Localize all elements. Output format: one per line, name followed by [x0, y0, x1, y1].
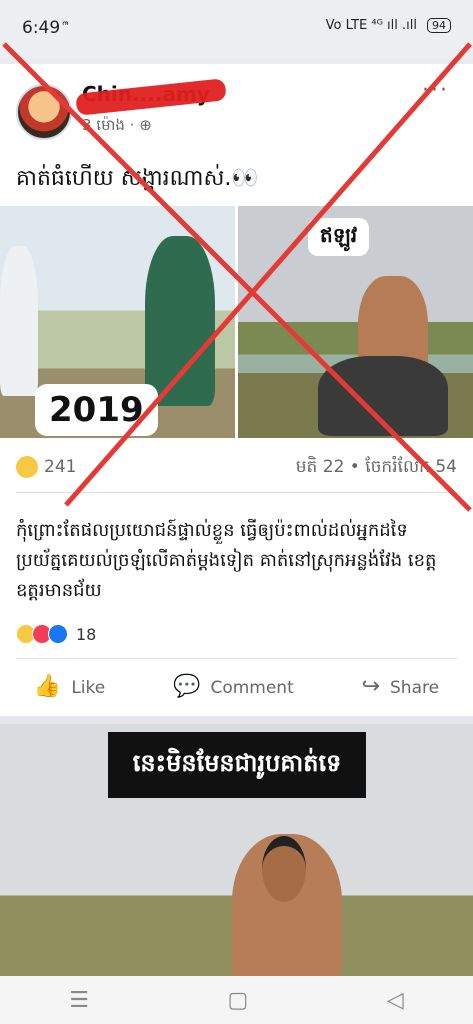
share-label: Share — [390, 677, 440, 698]
avatar[interactable] — [16, 84, 72, 140]
motorbike-shape — [318, 356, 448, 436]
person-head — [262, 836, 306, 902]
thumbs-up-icon: 👍 — [33, 673, 62, 699]
reaction-count: 241 — [44, 457, 77, 477]
reaction-summary[interactable]: 241 — [16, 456, 76, 478]
post-caption: គាត់ធំហើយ សង្ហារណាស់.👀 — [16, 166, 259, 191]
menu-icon[interactable]: ☰ — [69, 988, 89, 1013]
divider — [16, 492, 457, 493]
post-stats[interactable]: មតិ 22 • ចែករំលែក 54 — [296, 456, 457, 481]
photo-now[interactable]: ឥឡូវ — [238, 206, 473, 438]
comment-text: កុំព្រោះតែផលប្រយោជន៍ផ្ទាល់ខ្លួន ធ្វើឲ្យប… — [16, 520, 437, 601]
person-figure — [0, 246, 38, 396]
back-icon[interactable]: ◁ — [387, 988, 404, 1013]
battery-icon: 94 — [427, 18, 451, 33]
comment-label: Comment — [210, 677, 294, 698]
like-button[interactable]: 👍 Like — [34, 674, 105, 699]
system-nav-bar: ☰ ▢ ◁ — [0, 976, 473, 1024]
comment-icon: 💬 — [173, 673, 201, 699]
more-options-icon[interactable]: ··· — [422, 78, 449, 103]
haha-icon — [16, 456, 38, 478]
year-tag: 2019 — [35, 384, 158, 436]
share-button[interactable]: ↪ Share — [362, 674, 440, 699]
clock: 6:49 — [22, 18, 61, 38]
like-icon — [48, 624, 68, 644]
share-icon: ↪ — [361, 673, 381, 699]
banner-text: នេះមិនមែនជារូបគាត់ទេ — [108, 732, 366, 798]
action-bar: 👍 Like 💬 Comment ↪ Share — [0, 664, 473, 708]
post-card: Chin....amy 3 ម៉ោង · ⊕ ··· គាត់ធំហើយ សង្… — [0, 64, 473, 716]
second-post-image[interactable]: នេះមិនមែនជារូបគាត់ទេ — [0, 724, 473, 976]
photo-before[interactable]: 2019 — [0, 206, 235, 438]
divider — [16, 658, 457, 659]
now-tag: ឥឡូវ — [308, 218, 370, 256]
signal-icon: Vo LTE ⁴ᴳ ıll .ıll — [325, 18, 417, 33]
person-figure — [145, 236, 215, 406]
comment-reactions[interactable]: 18 — [16, 624, 96, 644]
home-icon[interactable]: ▢ — [228, 988, 249, 1013]
status-bar: 6:49 ᩨ Vo LTE ⁴ᴳ ıll .ıll 94 — [0, 0, 473, 58]
like-label: Like — [71, 677, 106, 698]
post-time: 3 ម៉ោង · — [82, 116, 135, 134]
separator — [0, 716, 473, 724]
comment-button[interactable]: 💬 Comment — [173, 674, 294, 699]
comment-reaction-count: 18 — [76, 624, 97, 644]
globe-icon: ⊕ — [139, 116, 152, 134]
post-meta: 3 ម៉ោង · ⊕ — [82, 116, 152, 138]
status-icons: Vo LTE ⁴ᴳ ıll .ıll 94 — [326, 18, 451, 33]
